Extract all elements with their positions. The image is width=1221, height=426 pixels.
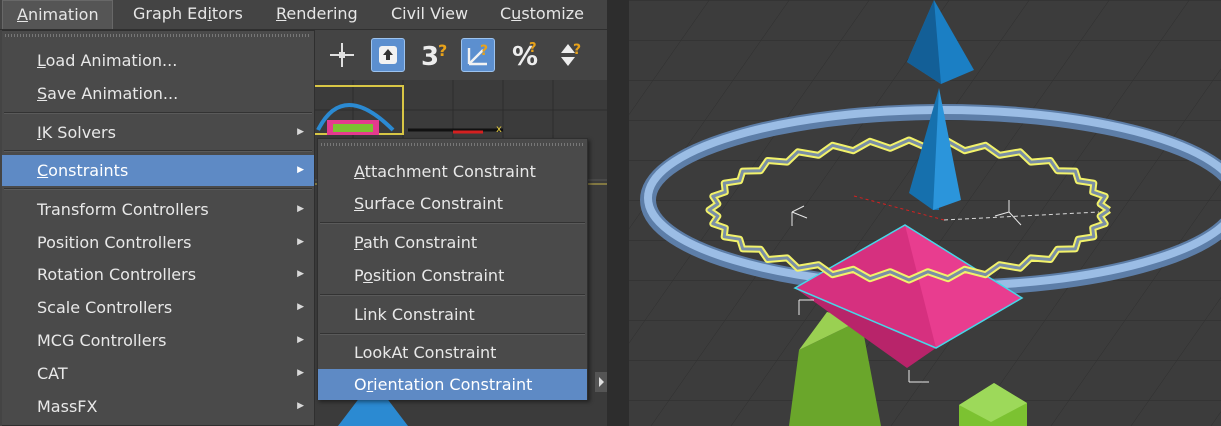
accel-key: C [37,161,49,180]
menuitem-orientation-constraint[interactable]: Orientation Constraint [318,369,587,400]
select-arrow-icon[interactable] [371,38,405,72]
menuitem-link-constraint[interactable]: Link Constraint [318,299,587,330]
menuitem-surface-constraint[interactable]: Surface Constraint [318,188,587,219]
menu-animation[interactable]: Animation [2,0,113,29]
menuitem-label: CAT [37,364,68,383]
menuitem-label: ath Constraint [362,233,478,252]
accel-key: R [276,4,287,23]
menu-separator [320,294,585,296]
menu-customize[interactable]: Customize [486,0,598,29]
constraints-submenu: Attachment Constraint Surface Constraint… [317,138,588,400]
angle-snap-icon[interactable]: ? [461,38,495,72]
accel-key: o [363,266,373,285]
menuitem-label: urface Constraint [364,194,503,213]
submenu-arrow-icon: ▶ [297,269,304,279]
menu-bar: Animation Graph Editors Rendering Civil … [0,0,607,30]
menuitem-attachment-constraint[interactable]: Attachment Constraint [318,156,587,187]
menuitem-rotation-controllers[interactable]: Rotation Controllers ▶ [2,259,314,290]
submenu-arrow-icon: ▶ [297,127,304,137]
menu-rendering[interactable]: Rendering [262,0,372,29]
menuitem-label: K Solvers [41,123,116,142]
accel-key: S [354,194,365,213]
menuitem-transform-controllers[interactable]: Transform Controllers ▶ [2,194,314,225]
menuitem-lookat-constraint[interactable]: LookAt Constraint [318,337,587,368]
menuitem-label: LookAt Constraint [354,343,497,362]
menuitem-massfx[interactable]: MassFX ▶ [2,391,314,422]
svg-text:?: ? [438,41,447,60]
submenu-arrow-icon: ▶ [297,237,304,247]
menuitem-label: oad Animation... [45,51,178,70]
menu-label: tors [211,4,243,23]
axis-label: x [496,124,502,135]
menuitem-path-constraint[interactable]: Path Constraint [318,227,587,258]
menuitem-save-animation[interactable]: Save Animation... [2,78,314,109]
submenu-arrow-icon: ▶ [297,302,304,312]
menu-separator [4,112,312,114]
menu-separator [4,188,312,190]
accel-key: A [17,5,28,24]
submenu-arrow-icon: ▶ [297,335,304,345]
menu-label: stomize [521,4,584,23]
perspective-viewport[interactable] [629,0,1221,426]
spinner-snap-icon[interactable]: ? [553,38,587,72]
menuitem-label: O [354,375,367,394]
menuitem-ik-solvers[interactable]: IK Solvers ▶ [2,117,314,148]
menuitem-cat[interactable]: CAT ▶ [2,358,314,389]
application-window: Animation Graph Editors Rendering Civil … [0,0,607,426]
accel-key: A [354,162,365,181]
menuitem-constraints[interactable]: Constraints ▶ [2,155,314,186]
menuitem-label: sition Constraint [372,266,505,285]
accel-key: P [354,233,363,252]
menuitem-load-animation[interactable]: Load Animation... [2,45,314,76]
percent-snap-icon[interactable]: %? [509,38,543,72]
accel-key: S [37,84,48,103]
menu-civil-view[interactable]: Civil View [377,0,482,29]
menuitem-position-controllers[interactable]: Position Controllers ▶ [2,227,314,258]
menuitem-label: ientation Constraint [373,375,533,394]
submenu-arrow-icon: ▶ [297,165,304,175]
menuitem-label: onstraints [48,161,129,180]
svg-text:?: ? [529,41,537,56]
tearoff-grip[interactable] [321,143,584,146]
tearoff-grip[interactable] [5,34,311,37]
main-toolbar: 3? ? %? ? [313,32,607,76]
menuitem-position-constraint[interactable]: Position Constraint [318,260,587,291]
accel-key: L [37,51,46,70]
menu-graph-editors[interactable]: Graph Editors [119,0,257,29]
menuitem-label: MCG Controllers [37,331,167,350]
menuitem-scale-controllers[interactable]: Scale Controllers ▶ [2,292,314,323]
menuitem-label: ttachment Constraint [364,162,536,181]
submenu-arrow-icon: ▶ [297,204,304,214]
submenu-arrow-icon: ▶ [297,401,304,411]
svg-text:3: 3 [421,42,439,72]
menuitem-label: MassFX [37,397,98,416]
menuitem-label: Rotation Controllers [37,265,197,284]
svg-text:?: ? [480,43,488,59]
menu-label: Civil View [391,4,469,23]
menuitem-label: Scale Controllers [37,298,173,317]
snap-3d-icon[interactable]: 3? [419,38,453,72]
submenu-arrow-icon: ▶ [297,368,304,378]
panel-divider [607,0,629,426]
menuitem-label: Transform Controllers [37,200,209,219]
menu-label: endering [286,4,358,23]
menu-separator [320,222,585,224]
menu-label: Graph Ed [133,4,208,23]
menuitem-label: Link Constraint [354,305,475,324]
menuitem-label: ave Animation... [47,84,179,103]
menuitem-label: P [354,266,364,285]
animation-dropdown-menu: Load Animation... Save Animation... IK S… [2,30,315,426]
menuitem-label: Position Controllers [37,233,192,252]
accel-key: u [511,4,522,23]
menuitem-mcg-controllers[interactable]: MCG Controllers ▶ [2,325,314,356]
svg-text:?: ? [573,42,581,58]
menu-label: C [500,4,512,23]
menu-separator [4,150,312,152]
menu-separator [320,333,585,335]
menu-label: nimation [27,5,99,24]
move-gizmo-icon[interactable] [325,38,359,72]
viewport-scene [629,0,1221,426]
